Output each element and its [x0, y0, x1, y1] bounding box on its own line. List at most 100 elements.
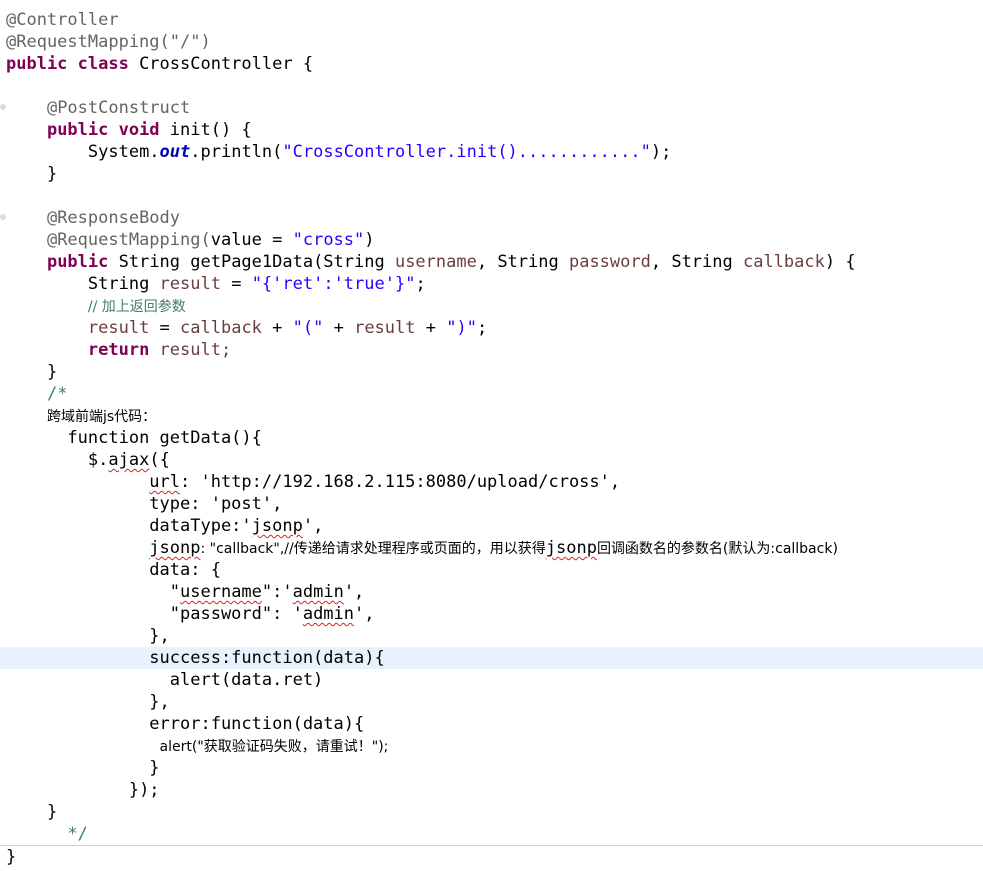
- var-result: result: [159, 274, 221, 294]
- code-line: public void init() {: [0, 119, 983, 141]
- comment-function: function getData(){: [67, 428, 262, 448]
- code-line: @ResponseBody: [0, 207, 983, 229]
- param-password: password: [568, 252, 651, 272]
- string-literal: "{'ret':'true'}": [251, 274, 416, 294]
- comment-open: /*: [46, 384, 68, 404]
- operator: =: [149, 318, 181, 338]
- annotation-request-mapping: @RequestMapping("/"): [6, 32, 211, 52]
- comment-admin: admin: [302, 604, 355, 624]
- comment-jsonp: jsonp: [149, 538, 201, 558]
- keyword-public-class: public class: [6, 54, 140, 74]
- code-line: dataType:'jsonp',: [0, 515, 983, 537]
- code-line: function getData(){: [0, 427, 983, 449]
- code-line: /*: [0, 383, 983, 405]
- comment-js-title: 跨域前端js代码：: [46, 409, 157, 425]
- var-result: result: [87, 318, 150, 338]
- code-line: "username":'admin',: [0, 581, 983, 603]
- comment-success-close: },: [149, 692, 170, 712]
- string-literal: "(": [292, 318, 324, 338]
- comment-text: dataType:': [149, 516, 252, 536]
- comment: // 加上返回参数: [87, 299, 186, 315]
- comment-close: */: [67, 824, 88, 844]
- statement-end: );: [650, 142, 672, 162]
- code-line: }: [0, 361, 983, 383]
- param-username: username: [394, 252, 477, 272]
- code-line: public class CrossController {: [0, 53, 983, 75]
- keyword-return: return: [87, 340, 150, 360]
- annotation-controller: @Controller: [6, 10, 119, 30]
- code-line: $.ajax({: [0, 449, 983, 471]
- current-line-highlight[interactable]: success:function(data){: [0, 647, 983, 669]
- code-line: */: [0, 823, 983, 845]
- println-call: .println(: [190, 142, 283, 162]
- comment-text: ',: [354, 604, 375, 624]
- brace: }: [46, 362, 58, 382]
- class-brace-close: }: [6, 847, 17, 867]
- code-line: url: 'http://192.168.2.115:8080/upload/c…: [0, 471, 983, 493]
- string-literal: ")": [446, 318, 477, 338]
- code-line: public String getPage1Data(String userna…: [0, 251, 983, 273]
- comment-text: $.: [87, 450, 109, 470]
- statement-end: ;: [415, 274, 426, 294]
- paren: ): [364, 230, 375, 250]
- code-line: 跨域前端js代码：: [0, 405, 983, 427]
- code-line: @RequestMapping("/"): [0, 31, 983, 53]
- class-name: CrossController {: [139, 54, 314, 74]
- code-line: }: [0, 845, 983, 867]
- comment-admin: admin: [292, 582, 344, 602]
- code-line: alert("获取验证码失败，请重试！");: [0, 735, 983, 757]
- return-value: result;: [149, 340, 232, 360]
- string-literal: "CrossController.init()............": [282, 142, 651, 162]
- comment-url-key: url: [149, 472, 181, 492]
- comment-username: username: [180, 582, 262, 602]
- comment-text: ({: [149, 450, 170, 470]
- code-line: }: [0, 163, 983, 185]
- comment-jsonp-desc: : "callback",//传递给请求处理程序或页面的，用以获得: [200, 541, 546, 557]
- code-line: data: {: [0, 559, 983, 581]
- code-line: String result = "{'ret':'true'}";: [0, 273, 983, 295]
- code-line: "password": 'admin',: [0, 603, 983, 625]
- comment-password: "password": ': [169, 604, 303, 624]
- keyword-public-void: public void: [46, 120, 170, 140]
- comment-text: ',: [302, 516, 324, 536]
- annotation-request-mapping: @RequestMapping(: [46, 230, 211, 250]
- annotation-attr: value =: [210, 230, 293, 250]
- comment-success: success:function(data){: [149, 648, 385, 668]
- comment-error: error:function(data){: [149, 714, 365, 734]
- code-line: },: [0, 625, 983, 647]
- comment-alert-ret: alert(data.ret): [169, 670, 324, 690]
- comment-jsonp: jsonp: [251, 516, 303, 536]
- field-out: out: [159, 142, 191, 162]
- code-line: @RequestMapping(value = "cross"): [0, 229, 983, 251]
- param-callback: callback: [742, 252, 825, 272]
- comment-brace: }: [46, 802, 58, 822]
- comment-data-open: data: {: [149, 560, 221, 580]
- param-sep: , String: [476, 252, 569, 272]
- comment-jsonp-tail: 回调函数名的参数名(默认为:callback): [596, 541, 838, 557]
- code-line: },: [0, 691, 983, 713]
- keyword-public: public: [46, 252, 109, 272]
- code-line: result = callback + "(" + result + ")";: [0, 317, 983, 339]
- code-editor[interactable]: @Controller @RequestMapping("/") public …: [0, 0, 983, 871]
- code-line: // 加上返回参数: [0, 295, 983, 317]
- param-sep: , String: [650, 252, 743, 272]
- type-string: String: [87, 274, 160, 294]
- comment-type: type: 'post',: [149, 494, 283, 514]
- comment-url-value: : 'http://192.168.2.115:8080/upload/cros…: [180, 472, 621, 492]
- string-literal: "cross": [292, 230, 365, 250]
- operator: +: [323, 318, 355, 338]
- var-callback: callback: [180, 318, 262, 338]
- var-result: result: [354, 318, 416, 338]
- comment-alert-err: alert("获取验证码失败，请重试！");: [159, 739, 389, 755]
- brace: }: [46, 164, 58, 184]
- annotation-postconstruct: @PostConstruct: [46, 98, 191, 118]
- operator: +: [261, 318, 293, 338]
- code-line: @PostConstruct: [0, 97, 983, 119]
- code-line: return result;: [0, 339, 983, 361]
- comment-ajax: ajax: [108, 450, 150, 470]
- code-line: }: [0, 801, 983, 823]
- code-line: });: [0, 779, 983, 801]
- code-line: }: [0, 757, 983, 779]
- code-line: alert(data.ret): [0, 669, 983, 691]
- statement-end: ;: [476, 318, 488, 338]
